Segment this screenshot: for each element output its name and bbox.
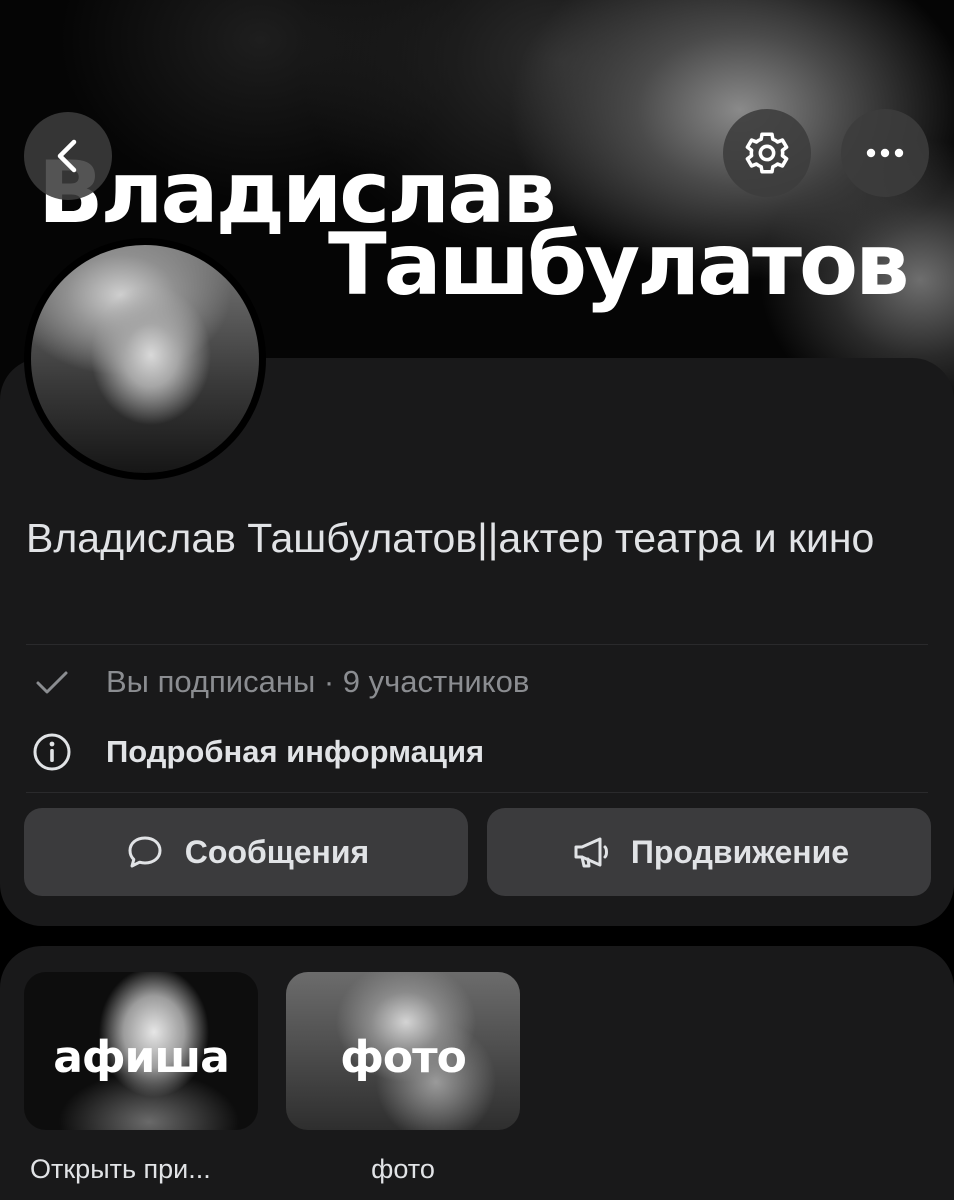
more-button[interactable] bbox=[841, 109, 929, 197]
info-icon bbox=[28, 728, 76, 776]
messages-button[interactable]: Сообщения bbox=[24, 808, 468, 896]
promotion-button-label: Продвижение bbox=[630, 833, 850, 870]
app-thumbnail-text: афиша bbox=[53, 1032, 230, 1083]
app-thumbnail-text: фото bbox=[340, 1032, 467, 1083]
app-tile-photo[interactable]: фото фото bbox=[286, 972, 520, 1185]
app-caption: фото bbox=[371, 1154, 435, 1184]
app-caption: Открыть при... bbox=[30, 1154, 211, 1184]
back-button[interactable] bbox=[24, 112, 112, 200]
message-bubble-icon bbox=[123, 830, 167, 874]
group-name: Владислав Ташбулатов||актер театра и кин… bbox=[26, 515, 875, 561]
app-thumbnail: фото bbox=[286, 972, 520, 1130]
gear-icon bbox=[745, 132, 789, 174]
app-thumbnail: афиша bbox=[24, 972, 258, 1130]
details-link[interactable]: Подробная информация bbox=[28, 728, 484, 776]
cover-title-line2: Ташбулатов bbox=[328, 215, 910, 315]
settings-button[interactable] bbox=[723, 109, 811, 197]
more-horizontal-icon bbox=[866, 148, 904, 158]
divider bbox=[26, 644, 928, 645]
subscription-status[interactable]: Вы подписаны · 9 участников bbox=[28, 658, 529, 706]
subscription-status-text: Вы подписаны · 9 участников bbox=[106, 664, 530, 699]
avatar[interactable] bbox=[24, 238, 266, 480]
promotion-button[interactable]: Продвижение bbox=[487, 808, 931, 896]
app-tile-afisha[interactable]: афиша Открыть при... bbox=[24, 972, 258, 1185]
chevron-left-icon bbox=[57, 139, 77, 173]
megaphone-icon bbox=[569, 830, 613, 874]
checkmark-icon bbox=[28, 658, 76, 706]
details-link-label: Подробная информация bbox=[106, 734, 485, 769]
apps-card: афиша Открыть при... фото фото bbox=[0, 946, 954, 1200]
avatar-image bbox=[31, 245, 259, 473]
divider bbox=[26, 792, 928, 793]
messages-button-label: Сообщения bbox=[184, 833, 370, 870]
